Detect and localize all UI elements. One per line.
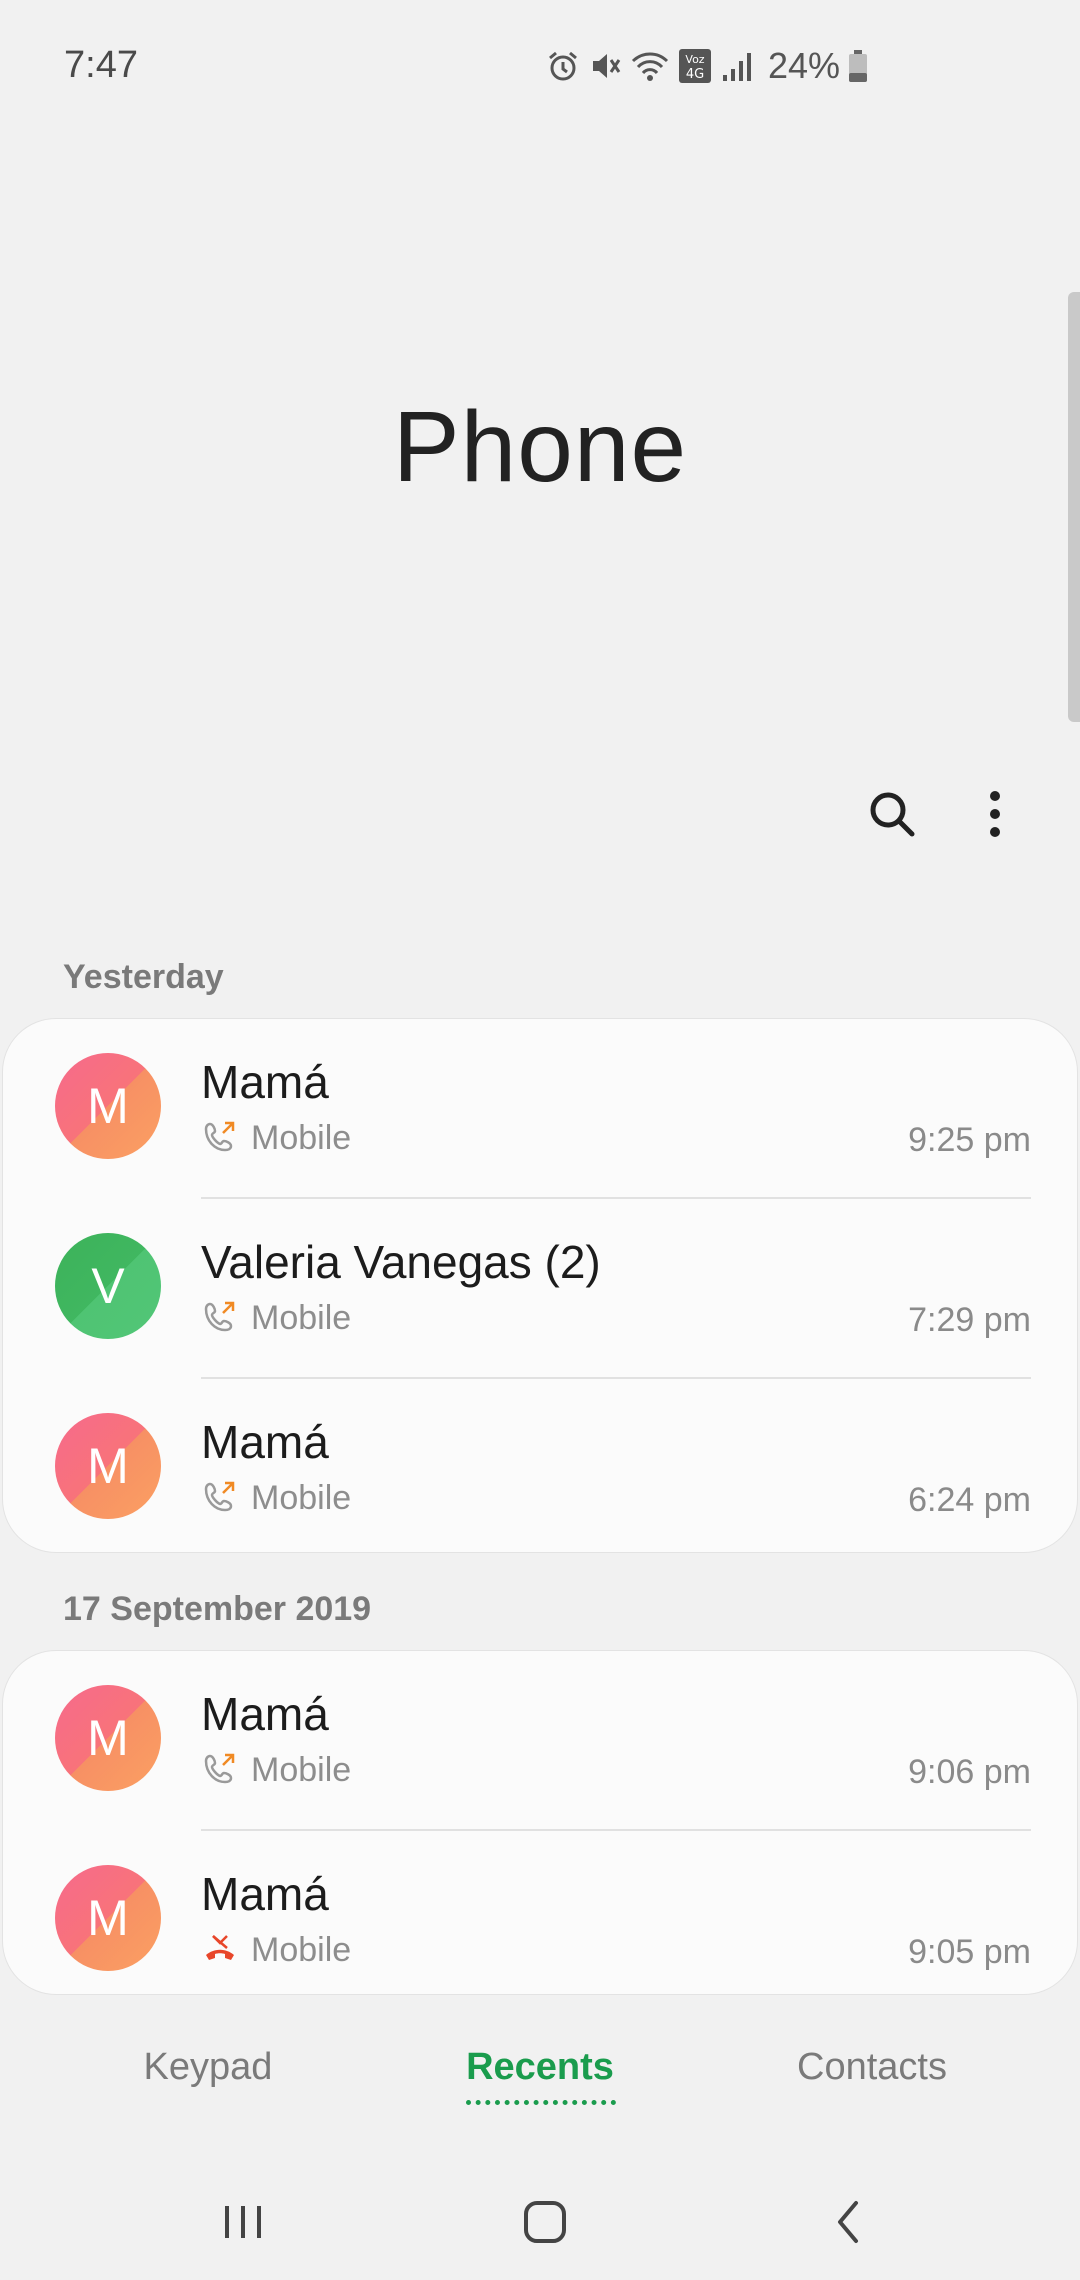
status-time: 7:47: [64, 44, 138, 86]
call-log-row[interactable]: M Mamá Mobile 9:25 pm: [3, 1019, 1077, 1199]
avatar: M: [55, 1413, 161, 1519]
call-log-row[interactable]: M Mamá Mobile 6:24 pm: [3, 1379, 1077, 1552]
call-meta: Mobile: [203, 1479, 351, 1518]
svg-text:4G: 4G: [686, 67, 704, 82]
status-bar: 7:47 Voz 4G 24%: [0, 0, 1080, 130]
call-log-row[interactable]: M Mamá Mobile 9:06 pm: [3, 1651, 1077, 1831]
outgoing-call-icon: [203, 1751, 237, 1790]
call-log-row[interactable]: V Valeria Vanegas (2) Mobile 7:29 pm: [3, 1199, 1077, 1379]
call-type: Mobile: [251, 1479, 352, 1517]
recent-apps-icon: [220, 2202, 266, 2247]
section-header-date: 17 September 2019: [63, 1590, 372, 1628]
call-time: 7:29 pm: [908, 1301, 1031, 1339]
svg-text:Voz: Voz: [685, 53, 704, 66]
call-log-card: M Mamá Mobile 9:06 pm M Mamá Mobile 9:05…: [2, 1650, 1078, 1995]
tab-contacts[interactable]: Contacts: [722, 2046, 1022, 2089]
call-meta: Mobile: [203, 1299, 351, 1338]
mute-icon: [588, 49, 622, 83]
more-options-button[interactable]: [965, 786, 1025, 846]
more-options-icon: [985, 788, 1005, 845]
call-log-row[interactable]: M Mamá Mobile 9:05 pm: [3, 1831, 1077, 1994]
contact-name: Mamá: [201, 1868, 329, 1920]
avatar: M: [55, 1685, 161, 1791]
back-button[interactable]: [812, 2194, 882, 2254]
search-button[interactable]: [862, 786, 922, 846]
scroll-handle[interactable]: [1068, 292, 1080, 722]
contact-name: Mamá: [201, 1056, 329, 1108]
page-title: Phone: [392, 391, 688, 503]
avatar: M: [55, 1053, 161, 1159]
call-time: 9:06 pm: [908, 1753, 1031, 1791]
system-nav-bar: [0, 2160, 1080, 2280]
bottom-tabs: Keypad Recents Contacts: [0, 2040, 1080, 2150]
call-time: 6:24 pm: [908, 1481, 1031, 1519]
section-header-yesterday: Yesterday: [63, 958, 224, 996]
tab-recents[interactable]: Recents: [390, 2046, 690, 2089]
avatar: V: [55, 1233, 161, 1339]
alarm-icon: [546, 49, 580, 83]
call-time: 9:05 pm: [908, 1933, 1031, 1971]
battery-icon: [848, 49, 868, 83]
search-icon: [866, 788, 918, 845]
call-meta: Mobile: [203, 1751, 351, 1790]
contact-name: Valeria Vanegas (2): [201, 1236, 601, 1288]
status-icons: Voz 4G 24%: [546, 45, 868, 86]
call-log-card: M Mamá Mobile 9:25 pm V Valeria Vanegas …: [2, 1018, 1078, 1553]
tab-keypad[interactable]: Keypad: [58, 2046, 358, 2089]
active-tab-indicator: [466, 2100, 616, 2105]
home-icon: [522, 2199, 568, 2250]
call-type: Mobile: [251, 1931, 352, 1969]
contact-name: Mamá: [201, 1688, 329, 1740]
contact-name: Mamá: [201, 1416, 329, 1468]
avatar: M: [55, 1865, 161, 1971]
call-type: Mobile: [251, 1119, 352, 1157]
call-meta: Mobile: [203, 1119, 351, 1158]
home-button[interactable]: [510, 2194, 580, 2254]
recent-apps-button[interactable]: [208, 2194, 278, 2254]
signal-icon: [720, 49, 754, 83]
call-type: Mobile: [251, 1299, 352, 1337]
call-meta: Mobile: [203, 1931, 351, 1970]
outgoing-call-icon: [203, 1479, 237, 1518]
volte-4g-icon: Voz 4G: [678, 48, 712, 84]
call-time: 9:25 pm: [908, 1121, 1031, 1159]
call-type: Mobile: [251, 1751, 352, 1789]
phone-app-screen: 7:47 Voz 4G 24% Phone Yesterday M Mamá M…: [0, 0, 1080, 2280]
wifi-icon: [630, 49, 670, 83]
battery-percent: 24%: [767, 45, 840, 86]
outgoing-call-icon: [203, 1299, 237, 1338]
outgoing-call-icon: [203, 1119, 237, 1158]
rejected-call-icon: [203, 1931, 237, 1970]
back-icon: [832, 2199, 862, 2250]
